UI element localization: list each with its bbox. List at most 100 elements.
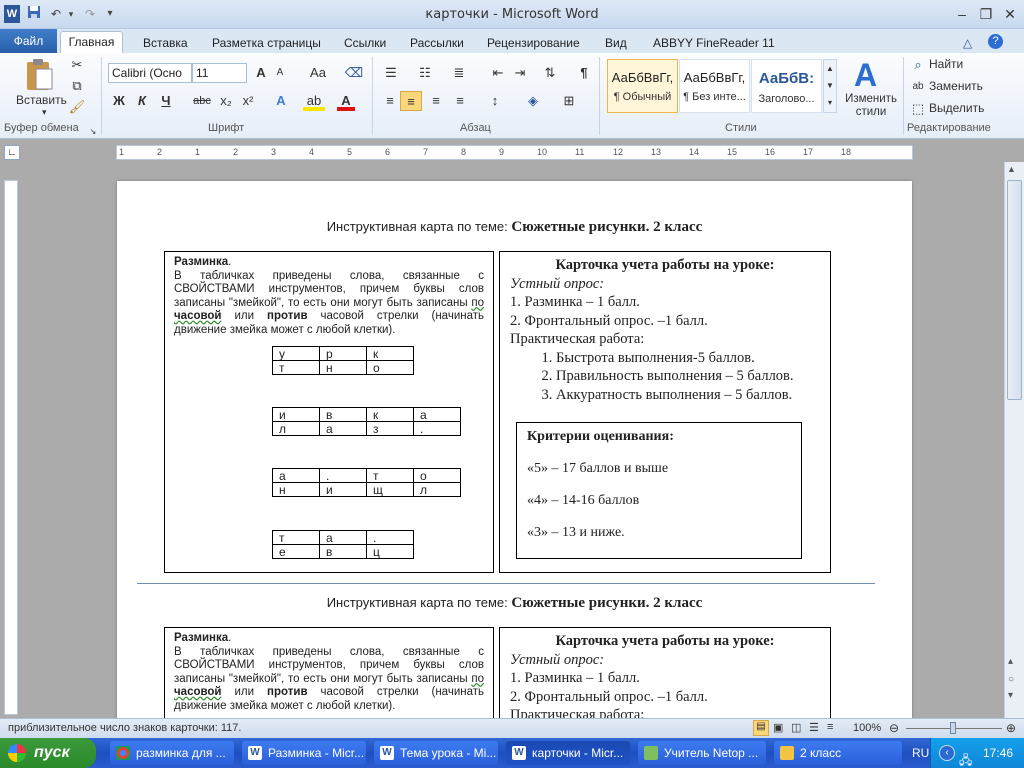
change-styles-icon[interactable]: A <box>854 57 877 94</box>
ruler-mark: 3 <box>271 147 277 157</box>
tab-home[interactable]: Главная <box>60 31 123 53</box>
scrollbar-thumb[interactable] <box>1007 180 1022 400</box>
multilevel-list-icon[interactable]: ≣ <box>448 63 470 83</box>
taskbar-item-folder[interactable]: 2 класс <box>774 741 902 765</box>
line-spacing-icon[interactable]: ↕ <box>484 91 506 111</box>
scroll-up-icon[interactable]: ▲ <box>1007 164 1016 174</box>
letter-cell: в <box>319 544 367 559</box>
tab-mailings[interactable]: Рассылки <box>410 33 464 53</box>
network-icon[interactable]: 🖧 <box>959 745 972 768</box>
align-left-icon[interactable]: ≡ <box>380 91 400 111</box>
close-button[interactable]: ✕ <box>999 5 1021 23</box>
cut-icon[interactable]: ✂ <box>68 55 86 75</box>
copy-icon[interactable]: ⧉ <box>68 76 86 96</box>
zoom-level[interactable]: 100% <box>853 722 881 734</box>
clear-format-icon[interactable]: ⌫ <box>344 63 364 83</box>
zoom-out-icon[interactable]: ⊖ <box>889 721 899 735</box>
draft-view-icon[interactable]: ≡ <box>827 721 833 733</box>
tab-references[interactable]: Ссылки <box>344 33 386 53</box>
restore-button[interactable]: ❐ <box>975 5 997 23</box>
tab-abbyy[interactable]: ABBYY FineReader 11 <box>653 33 775 53</box>
shading-icon[interactable]: ◈ <box>522 91 544 111</box>
increase-indent-icon[interactable]: ⇥ <box>510 63 530 83</box>
select-icon[interactable]: ⬚ <box>910 99 926 119</box>
outline-view-icon[interactable]: ☰ <box>809 721 819 734</box>
style-normal[interactable]: АаБбВвГг, ¶ Обычный <box>607 59 678 113</box>
zoom-in-icon[interactable]: ⊕ <box>1006 721 1016 735</box>
highlight-icon[interactable]: ab <box>303 91 325 111</box>
text-effects-icon[interactable]: A <box>271 91 291 111</box>
letter-cell: а <box>319 530 367 545</box>
taskbar-item-word-cards[interactable]: Wкарточки - Micr... <box>506 741 630 765</box>
vertical-scrollbar[interactable]: ▲ ▴ ○ ▾ <box>1004 162 1024 718</box>
taskbar-item-netop[interactable]: Учитель Netop ... <box>638 741 766 765</box>
shrink-font-icon[interactable]: A <box>272 63 288 83</box>
tray-expand-icon[interactable]: ‹ <box>939 745 955 761</box>
bullets-icon[interactable]: ☰ <box>380 63 402 83</box>
font-name-combo[interactable]: Calibri (Осно <box>108 63 192 83</box>
find-button[interactable]: Найти <box>929 57 963 71</box>
justify-icon[interactable]: ≡ <box>450 91 470 111</box>
paste-button[interactable]: Вставить <box>16 93 67 107</box>
taskbar-item-word-lesson[interactable]: W Тема урока - Mi... <box>374 741 498 765</box>
print-layout-view-icon[interactable]: ▤ <box>753 720 769 736</box>
align-center-icon[interactable]: ≡ <box>400 91 422 111</box>
format-painter-icon[interactable]: 🖌 <box>68 97 86 117</box>
paste-dropdown-icon[interactable]: ▾ <box>42 107 47 118</box>
minimize-button[interactable]: – <box>951 5 973 23</box>
clipboard-launcher-icon[interactable]: ↘ <box>88 122 98 142</box>
start-button[interactable]: пуск <box>0 738 96 768</box>
tab-view[interactable]: Вид <box>605 33 627 53</box>
next-page-icon[interactable]: ▾ <box>1008 690 1013 701</box>
select-button[interactable]: Выделить <box>929 101 984 115</box>
oral-survey-label: Устный опрос: <box>510 275 605 292</box>
change-case-icon[interactable]: Aa <box>304 63 332 83</box>
vertical-ruler[interactable] <box>4 180 18 715</box>
status-bar: приблизительное число знаков карточки: 1… <box>0 718 1024 738</box>
sort-icon[interactable]: ⇅ <box>540 63 560 83</box>
underline-button[interactable]: Ч <box>157 91 175 111</box>
align-right-icon[interactable]: ≡ <box>426 91 446 111</box>
language-indicator[interactable]: RU <box>912 746 929 760</box>
bold-button[interactable]: Ж <box>110 91 128 111</box>
subscript-button[interactable]: x₂ <box>217 91 235 111</box>
style-heading[interactable]: АаБбВ: Заголово... <box>751 59 822 113</box>
zoom-slider-thumb[interactable] <box>950 722 956 734</box>
browse-object-icon[interactable]: ○ <box>1008 674 1014 685</box>
heading-prefix: Инструктивная карта по теме: <box>326 219 512 234</box>
help-icon[interactable]: ? <box>988 34 1003 49</box>
ruler-mark: 17 <box>803 147 814 157</box>
grow-font-icon[interactable]: A <box>252 63 270 83</box>
taskbar-item-chrome[interactable]: разминка для ... <box>110 741 234 765</box>
replace-icon[interactable]: ab <box>910 77 926 97</box>
font-size-combo[interactable]: 11 <box>192 63 247 83</box>
taskbar-item-word-warmup[interactable]: W Разминка - Micr... <box>242 741 366 765</box>
horizontal-ruler[interactable]: 1 2 1 2 3 4 5 6 7 8 9 10 11 12 13 14 15 16 17 18 <box>116 145 913 160</box>
tab-file[interactable]: Файл <box>0 29 57 53</box>
minimize-ribbon-icon[interactable]: △ <box>963 33 972 53</box>
replace-button[interactable]: Заменить <box>929 79 983 93</box>
superscript-button[interactable]: x² <box>239 91 257 111</box>
prev-page-icon[interactable]: ▴ <box>1008 656 1013 667</box>
clock[interactable]: 17:46 <box>983 738 1013 768</box>
font-color-icon[interactable]: A <box>337 91 355 111</box>
letter-cell: . <box>413 421 461 436</box>
paste-icon[interactable] <box>24 57 54 96</box>
find-icon[interactable]: ⌕ <box>910 55 926 75</box>
tab-selector[interactable]: ∟ <box>4 145 20 160</box>
change-styles-button[interactable]: Изменить стили <box>842 93 900 119</box>
document-page[interactable]: Инструктивная карта по теме: Сюжетные ри… <box>117 181 912 718</box>
borders-icon[interactable]: ⊞ <box>558 91 580 111</box>
numbering-icon[interactable]: ☷ <box>414 63 436 83</box>
decrease-indent-icon[interactable]: ⇤ <box>488 63 508 83</box>
styles-scroll-icon[interactable]: ▲ ▼ ▾ <box>823 59 837 113</box>
style-no-spacing[interactable]: АаБбВвГг, ¶ Без инте... <box>679 59 750 113</box>
strikethrough-button[interactable]: abc <box>191 91 213 111</box>
full-screen-view-icon[interactable]: ▣ <box>773 721 783 734</box>
web-layout-view-icon[interactable]: ◫ <box>791 721 801 734</box>
tab-page-layout[interactable]: Разметка страницы <box>212 33 321 53</box>
italic-button[interactable]: К <box>133 91 151 111</box>
tab-review[interactable]: Рецензирование <box>487 33 580 53</box>
tab-insert[interactable]: Вставка <box>143 33 188 53</box>
show-marks-icon[interactable]: ¶ <box>575 63 593 83</box>
